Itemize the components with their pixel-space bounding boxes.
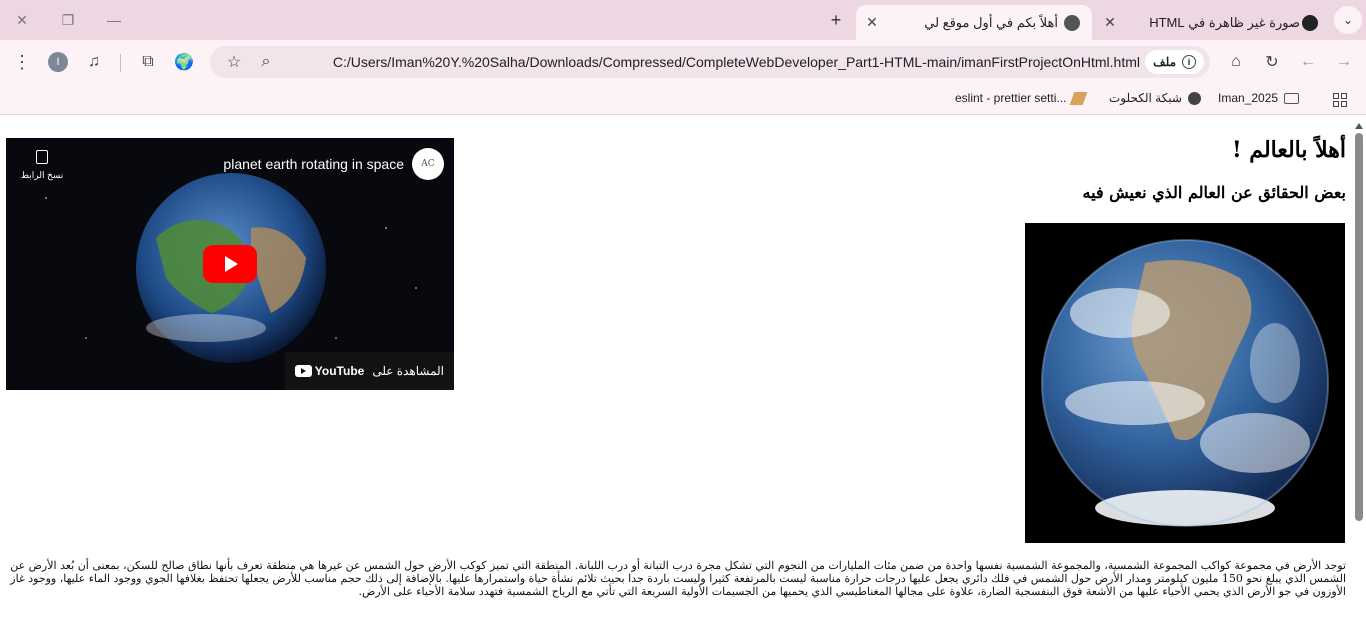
pen-icon [1070, 91, 1088, 105]
page-content: أهلاً بالعالم ! بعض الحقائق عن العالم ال… [0, 121, 1352, 617]
youtube-label: YouTube [314, 364, 365, 378]
home-icon[interactable]: ⌂ [1224, 50, 1248, 74]
scroll-up-icon[interactable] [1355, 123, 1363, 129]
bookmark-label: شبكة الكحلوت [1109, 91, 1182, 105]
youtube-logo-icon: YouTube [294, 364, 365, 378]
youtube-embed[interactable]: نسخ الرابط planet earth rotating in spac… [6, 138, 454, 390]
play-icon [225, 256, 238, 272]
reload-icon[interactable]: ↻ [1260, 50, 1284, 74]
bookmark-label: Iman_2025 [1218, 91, 1279, 105]
tab-close-icon[interactable]: ✕ [1102, 14, 1118, 31]
page-subtitle: بعض الحقائق عن العالم الذي نعيش فيه [1082, 183, 1346, 202]
tab-inactive[interactable]: ✕ صورة غير ظاهرة في HTML [1094, 5, 1330, 40]
tab-active[interactable]: ✕ أهلاً بكم في أول موقع لي [856, 5, 1092, 40]
bookmark-star-icon[interactable]: ☆ [222, 50, 246, 74]
bookmark-folder-iman[interactable]: Iman_2025 [1218, 91, 1300, 105]
play-button[interactable] [203, 245, 257, 283]
chatgpt-icon [1302, 14, 1318, 31]
copy-link-label: نسخ الرابط [20, 170, 64, 180]
bookmark-kahlout[interactable]: شبكة الكحلوت [1109, 91, 1201, 105]
folder-icon [1284, 92, 1300, 104]
toolbar: ⋮ I ♫ ⧉ 🌍 ☆ ⌕ C:/Users/Iman%20Y.%20Salha… [0, 40, 1366, 85]
media-control-icon[interactable]: ♫ [82, 50, 106, 74]
site-info-chip[interactable]: ملف i [1145, 50, 1204, 74]
globe-icon [1064, 14, 1080, 31]
copy-icon [36, 150, 48, 164]
tab-title: أهلاً بكم في أول موقع لي [924, 14, 1058, 30]
menu-kebab-icon[interactable]: ⋮ [10, 50, 34, 74]
page-title: أهلاً بالعالم ! [1231, 137, 1346, 163]
tab-title: صورة غير ظاهرة في HTML [1149, 14, 1300, 30]
url-text[interactable]: C:/Users/Iman%20Y.%20Salha/Downloads/Com… [333, 54, 1140, 70]
extension-globe-icon[interactable]: 🌍 [172, 50, 196, 74]
all-bookmarks-icon[interactable] [1333, 93, 1347, 107]
extensions-icon[interactable]: ⧉ [136, 50, 160, 74]
bookmarks-bar: eslint - prettier setti... شبكة الكحلوت … [0, 85, 1366, 115]
channel-logo[interactable]: AC [412, 148, 444, 180]
watch-on-label: المشاهدة على [372, 364, 444, 378]
watch-on-youtube-button[interactable]: المشاهدة على YouTube [284, 352, 454, 390]
globe-icon [1187, 91, 1201, 105]
bookmark-label: eslint - prettier setti... [955, 91, 1067, 105]
tab-close-icon[interactable]: ✕ [864, 14, 880, 31]
browser-window: ✕ ❐ — + ✕ أهلاً بكم في أول موقع لي ✕ صور… [0, 0, 1366, 617]
scroll-thumb[interactable] [1355, 133, 1363, 521]
copy-link-button[interactable]: نسخ الرابط [20, 148, 64, 181]
zoom-icon[interactable]: ⌕ [254, 50, 278, 74]
forward-arrow-icon[interactable]: → [1332, 50, 1356, 74]
avatar[interactable]: I [48, 52, 68, 72]
minimize-window-icon[interactable]: — [102, 8, 126, 32]
close-window-icon[interactable]: ✕ [10, 8, 34, 32]
restore-window-icon[interactable]: ❐ [56, 8, 80, 32]
tab-strip: ✕ ❐ — + ✕ أهلاً بكم في أول موقع لي ✕ صور… [0, 0, 1366, 40]
site-chip-label: ملف [1153, 55, 1176, 69]
toolbar-divider [120, 54, 121, 72]
bookmark-eslint[interactable]: eslint - prettier setti... [955, 91, 1088, 105]
tab-search-button[interactable]: ⌄ [1334, 6, 1362, 34]
back-arrow-icon[interactable]: ← [1296, 50, 1320, 74]
scrollbar[interactable] [1352, 121, 1366, 617]
new-tab-button[interactable]: + [824, 8, 848, 32]
address-bar[interactable]: ☆ ⌕ C:/Users/Iman%20Y.%20Salha/Downloads… [210, 46, 1210, 78]
body-paragraph: توجد الأرض في مجموعة كواكب المجموعة الشم… [10, 559, 1346, 598]
info-icon: i [1182, 55, 1196, 69]
video-title[interactable]: planet earth rotating in space [223, 156, 404, 172]
earth-image [1025, 223, 1345, 543]
